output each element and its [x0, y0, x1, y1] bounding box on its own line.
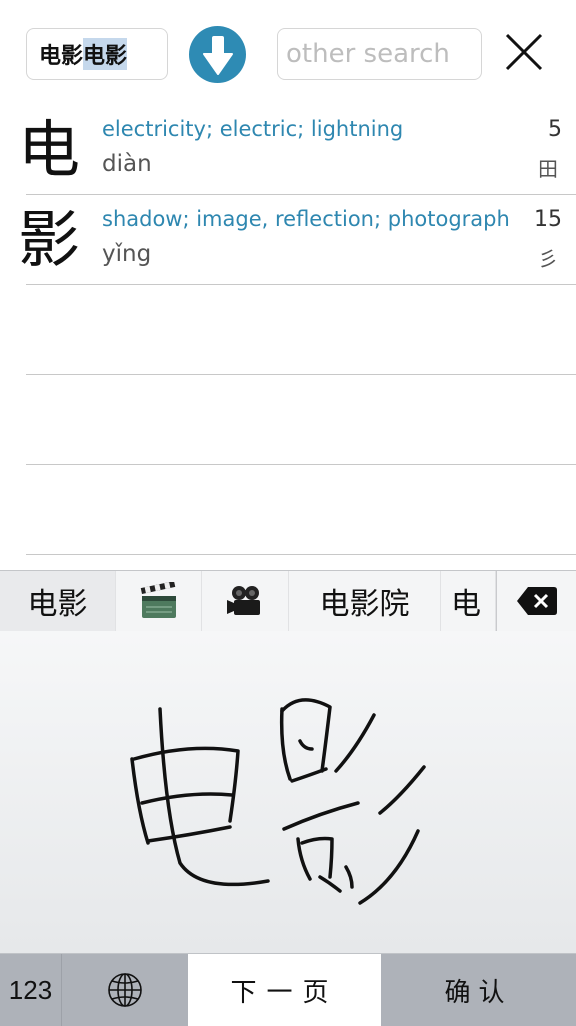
result-radical: 田 [538, 157, 558, 181]
numbers-key[interactable]: 123 [0, 954, 62, 1026]
confirm-key[interactable]: 确认 [381, 954, 576, 1026]
handwriting-keyboard: 电影 电影院 电 123 下一页 确认 [0, 570, 576, 1026]
keyboard-bottom-row: 123 下一页 确认 [0, 953, 576, 1026]
candidate-item[interactable]: 电影院 [289, 571, 441, 631]
search-input[interactable]: 电影 电影 [26, 28, 168, 80]
candidate-item[interactable]: 电 [441, 571, 496, 631]
arrow-down-icon [202, 35, 233, 75]
clapper-board-icon [140, 582, 176, 618]
globe-key[interactable] [62, 954, 188, 1026]
result-stroke-count: 5 [548, 117, 562, 142]
result-stroke-count: 15 [534, 207, 562, 232]
candidate-bar: 电影 电影院 电 [0, 571, 576, 631]
close-icon [505, 33, 543, 71]
result-definition: electricity; electric; lightning [102, 117, 404, 141]
empty-row [0, 375, 576, 465]
result-definition: shadow; image, reflection; photograph [102, 207, 510, 231]
empty-row [0, 285, 576, 375]
next-page-key[interactable]: 下一页 [188, 954, 381, 1026]
results-list: 电 electricity; electric; lightning diàn … [0, 105, 576, 555]
backspace-icon [516, 587, 557, 615]
row-divider [26, 554, 576, 555]
result-row[interactable]: 电 electricity; electric; lightning diàn … [0, 105, 576, 195]
candidate-item[interactable] [116, 571, 202, 631]
download-button[interactable] [189, 26, 246, 83]
result-row[interactable]: 影 shadow; image, reflection; photograph … [0, 195, 576, 285]
header: 电影 电影 [0, 0, 576, 108]
search-text: 电影 [39, 44, 84, 69]
handwriting-strokes [130, 698, 426, 905]
result-character: 影 [17, 203, 80, 276]
result-radical: 彡 [538, 247, 558, 271]
close-button[interactable] [500, 28, 548, 76]
other-search-input[interactable] [277, 28, 482, 80]
movie-camera-icon [227, 586, 260, 615]
handwriting-canvas[interactable] [0, 631, 576, 953]
empty-row [0, 465, 576, 555]
delete-button[interactable] [496, 571, 576, 631]
result-character: 电 [17, 113, 80, 186]
result-pinyin: yǐng [102, 241, 152, 267]
result-pinyin: diàn [102, 151, 152, 177]
candidate-item[interactable]: 电影 [0, 571, 116, 631]
candidate-item[interactable] [202, 571, 289, 631]
globe-icon [108, 973, 142, 1007]
search-text-selected: 电影 [83, 38, 128, 70]
